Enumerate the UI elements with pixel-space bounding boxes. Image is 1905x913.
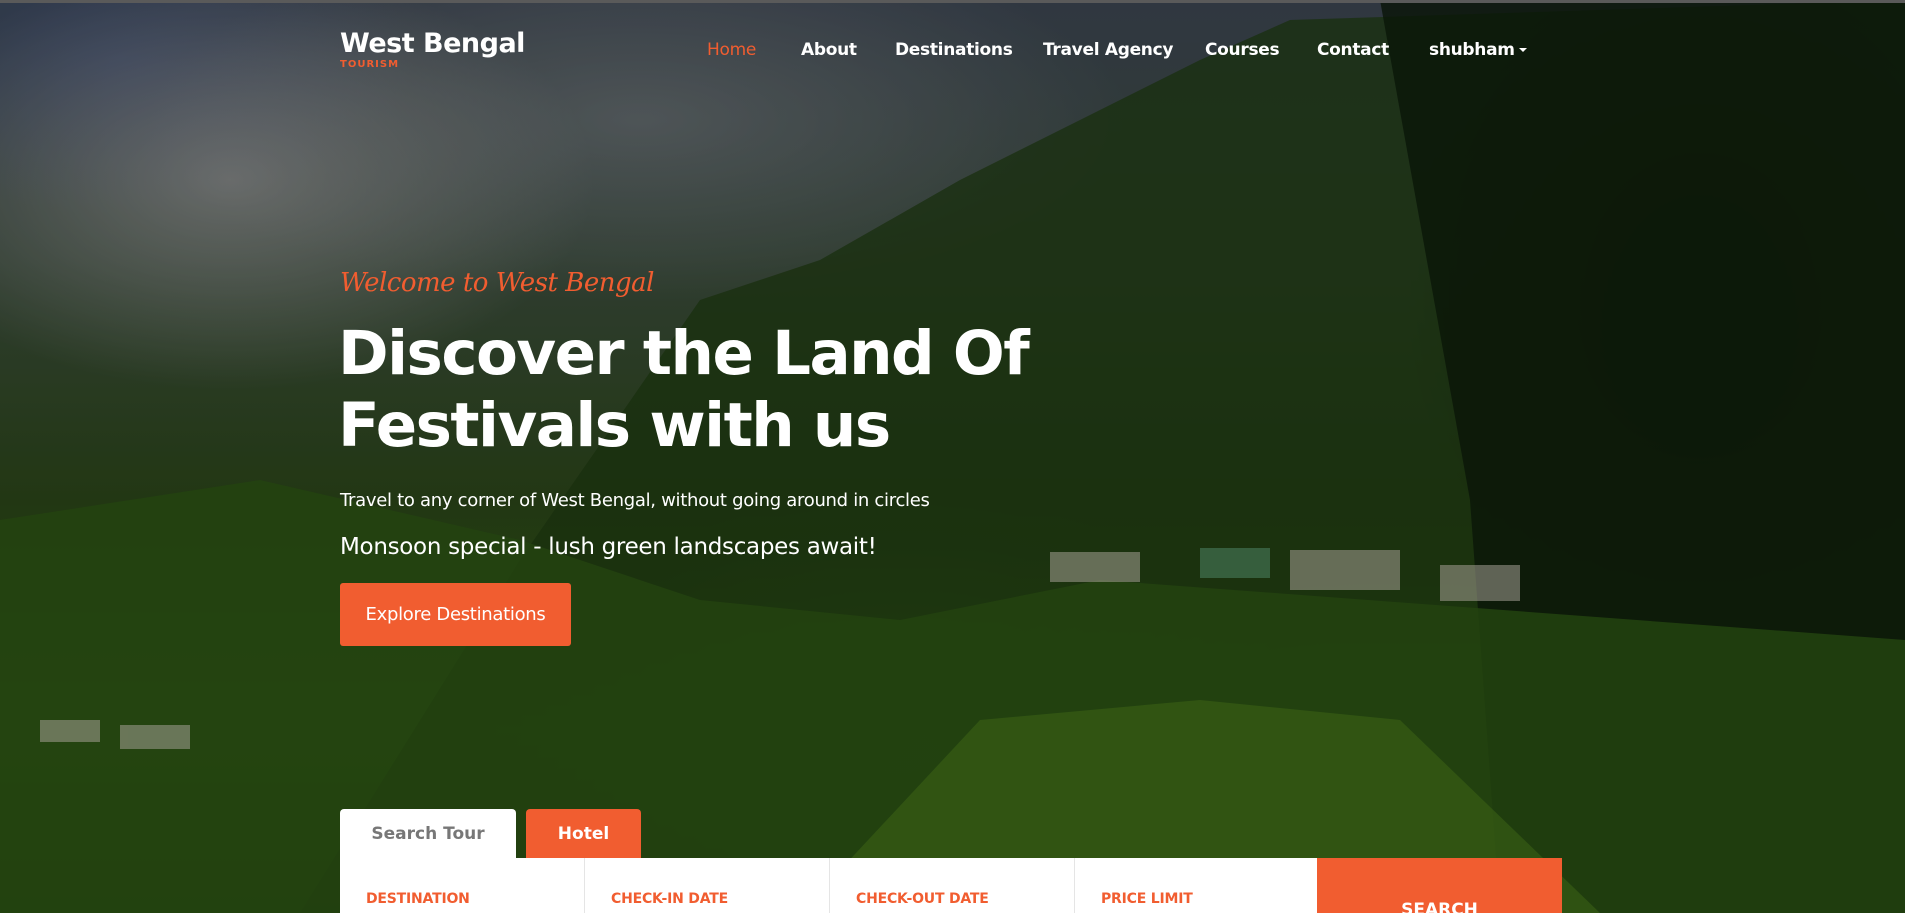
brand-subtitle: TOURISM [340,59,400,70]
nav-courses[interactable]: Courses [1205,40,1280,60]
hero-headline: Discover the Land Of Festivals with us [338,318,1098,462]
browser-edge [0,0,1905,3]
check-in-date-field[interactable]: CHECK-IN DATE [585,858,830,913]
user-name: shubham [1429,40,1515,60]
tab-hotel[interactable]: Hotel [526,809,641,859]
tour-search-form: DESTINATION CHECK-IN DATE CHECK-OUT DATE… [340,858,1562,913]
caret-down-icon [1518,48,1527,52]
tab-search-tour[interactable]: Search Tour [340,809,516,859]
explore-destinations-button[interactable]: Explore Destinations [340,583,571,646]
nav-user-dropdown[interactable]: shubham [1429,40,1527,60]
check-out-date-field[interactable]: CHECK-OUT DATE [830,858,1075,913]
check-in-label: CHECK-IN DATE [611,891,728,907]
site-logo[interactable]: West Bengal TOURISM [340,28,525,70]
welcome-tagline: Welcome to West Bengal [340,268,654,298]
nav-travel-agency[interactable]: Travel Agency [1043,40,1173,60]
nav-home[interactable]: Home [707,40,756,60]
destination-label: DESTINATION [366,891,470,907]
price-limit-label: PRICE LIMIT [1101,891,1193,907]
headline-line-1: Discover the Land Of [338,318,1030,389]
nav-destinations[interactable]: Destinations [895,40,1013,60]
nav-contact[interactable]: Contact [1317,40,1389,60]
hero-promo: Monsoon special - lush green landscapes … [340,534,877,560]
headline-line-2: Festivals with us [338,390,891,461]
hero-tagline: Travel to any corner of West Bengal, wit… [340,490,930,511]
price-limit-field[interactable]: PRICE LIMIT [1075,858,1320,913]
destination-field[interactable]: DESTINATION [340,858,585,913]
brand-name: West Bengal [340,28,525,59]
check-out-label: CHECK-OUT DATE [856,891,989,907]
nav-about[interactable]: About [801,40,857,60]
search-button[interactable]: SEARCH [1317,858,1562,913]
